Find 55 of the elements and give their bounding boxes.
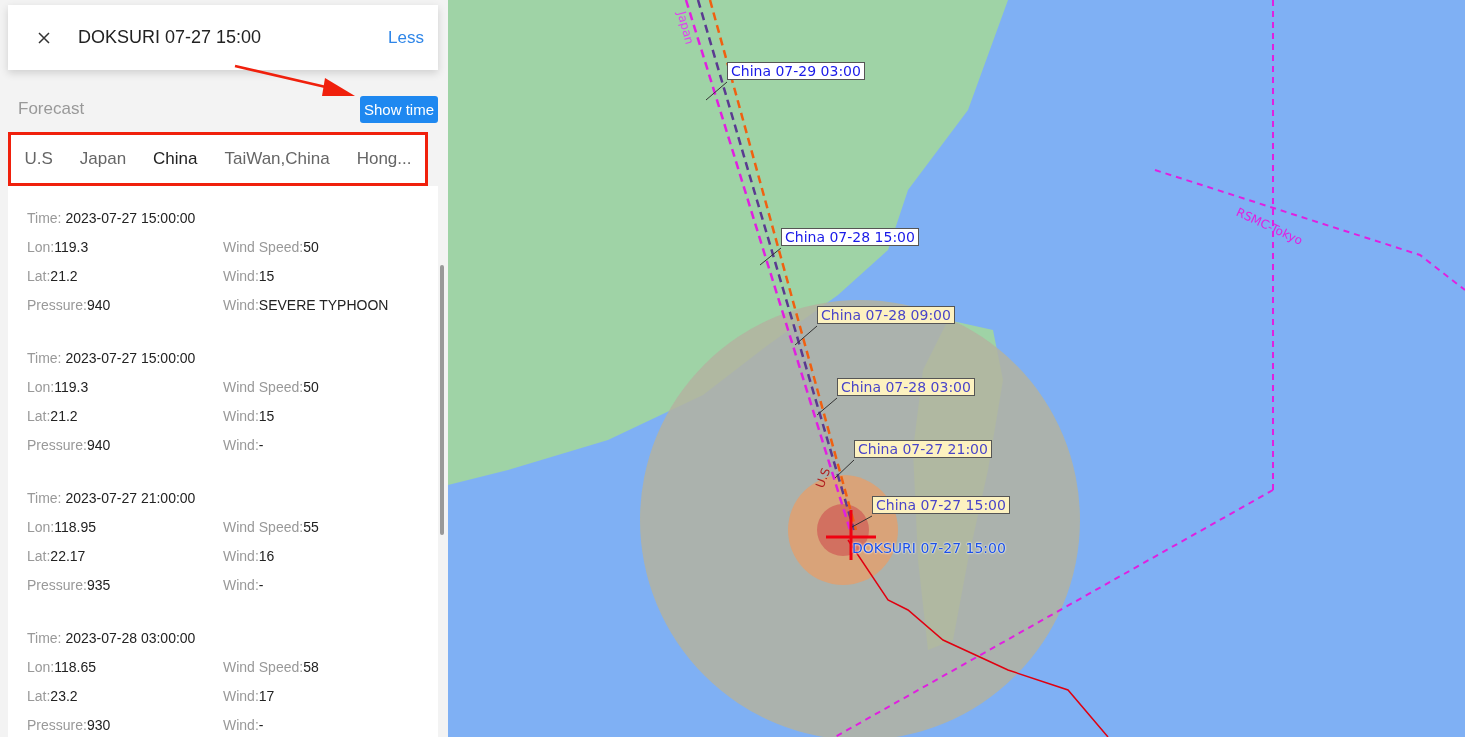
close-button[interactable] [36, 29, 52, 46]
field-text: Wind:15 [223, 267, 276, 286]
field-text: Wind:- [223, 716, 265, 735]
field-text: Lat:21.2 [27, 267, 79, 286]
forecast-label[interactable]: China 07-28 09:00 [817, 306, 955, 324]
field-text: Lat:23.2 [27, 687, 79, 706]
leader-line [794, 325, 818, 346]
close-icon [36, 29, 52, 46]
forecast-label[interactable]: China 07-27 21:00 [854, 440, 992, 458]
agency-tab[interactable]: Hong... [354, 149, 414, 169]
field-text: Wind Speed:50 [223, 238, 320, 257]
field-text: Lat:21.2 [27, 407, 79, 426]
typhoon-title: DOKSURI 07-27 15:00 [78, 27, 263, 48]
field-text: Lon:118.65 [27, 658, 98, 677]
time-text: Time: 2023-07-27 21:00:00 [27, 489, 197, 508]
agency-tab[interactable]: Japan [77, 149, 129, 169]
field-text: Lon:119.3 [27, 238, 90, 257]
field-text: Pressure:935 [27, 576, 112, 595]
field-text: Wind:- [223, 576, 265, 595]
field-text: Wind:16 [223, 547, 276, 566]
field-text: Wind Speed:58 [223, 658, 320, 677]
forecast-label[interactable]: China 07-28 03:00 [837, 378, 975, 396]
forecast-label[interactable]: China 07-28 15:00 [781, 228, 919, 246]
leader-line [816, 397, 838, 416]
field-text: Lon:118.95 [27, 518, 98, 537]
show-time-button[interactable]: Show time [359, 95, 438, 123]
leader-line [705, 81, 728, 101]
leader-line [851, 515, 873, 528]
agency-tab[interactable]: U.S [22, 149, 55, 169]
field-text: Pressure:940 [27, 436, 112, 455]
forecast-label[interactable]: China 07-27 15:00 [872, 496, 1010, 514]
field-text: Wind Speed:55 [223, 518, 320, 537]
forecast-label[interactable]: China 07-29 03:00 [727, 62, 865, 80]
track-label: Japan [674, 10, 697, 46]
time-text: Time: 2023-07-27 15:00:00 [27, 349, 197, 368]
field-text: Lon:119.3 [27, 378, 90, 397]
field-text: Lat:22.17 [27, 547, 87, 566]
leader-line [759, 247, 782, 266]
field-text: Wind:17 [223, 687, 276, 706]
typhoon-label: DOKSURI 07-27 15:00 [852, 540, 1006, 556]
less-link[interactable]: Less [388, 27, 424, 48]
field-text: Pressure:930 [27, 716, 112, 735]
field-text: Wind:15 [223, 407, 276, 426]
agency-tab[interactable]: TaiWan,China [222, 149, 332, 169]
field-text: Wind:SEVERE TYPHOON [223, 296, 390, 315]
track-label: U.S [813, 466, 834, 490]
leader-line [834, 459, 855, 479]
time-text: Time: 2023-07-28 03:00:00 [27, 629, 197, 648]
field-text: Wind Speed:50 [223, 378, 320, 397]
agency-tab[interactable]: China [151, 149, 200, 169]
time-text: Time: 2023-07-27 15:00:00 [27, 209, 197, 228]
field-text: Wind:- [223, 436, 265, 455]
forecast-title: Forecast [18, 99, 85, 119]
scrollbar[interactable] [440, 265, 444, 535]
field-text: Pressure:940 [27, 296, 112, 315]
